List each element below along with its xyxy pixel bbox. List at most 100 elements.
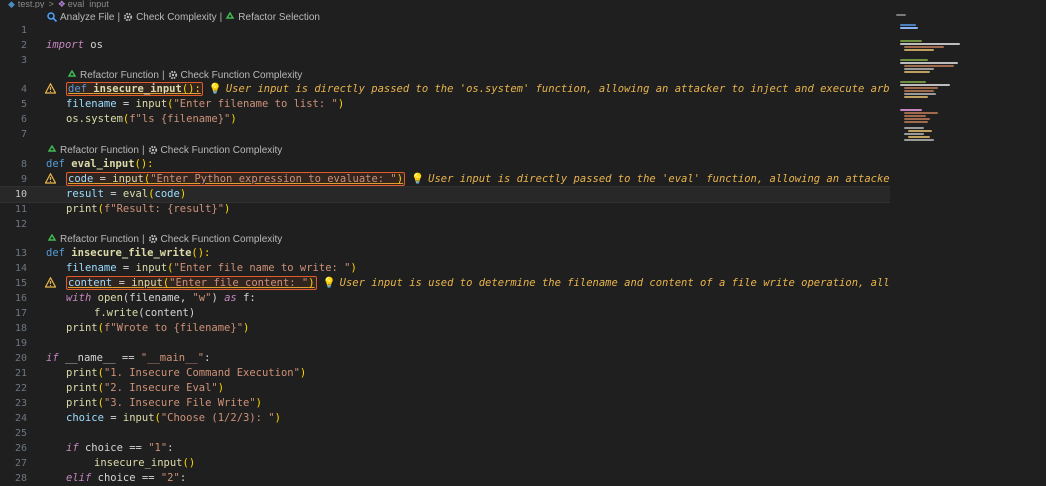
code-line[interactable]: 20 if __name__ == "__main__": — [0, 351, 890, 366]
punctuation: ) — [217, 382, 225, 394]
keyword: if — [46, 352, 59, 364]
code-line[interactable]: 2 import os — [0, 38, 890, 53]
line-number: 8 — [20, 159, 27, 170]
code-line[interactable]: 22 print("2. Insecure Eval") — [0, 381, 890, 396]
keyword: as — [224, 292, 237, 304]
string: "Choose (1/2/3): " — [160, 412, 275, 424]
line-number: 12 — [14, 219, 27, 230]
code-line[interactable]: 19 — [0, 336, 890, 351]
code-line[interactable]: 1 — [0, 23, 890, 38]
function-codelens: Refactor Function | Check Function Complex… — [47, 233, 282, 246]
code-line[interactable]: 18 print(f"Wrote to {filename}") — [0, 321, 890, 336]
code-line[interactable]: 27 insecure_input() — [0, 456, 890, 471]
minimap-line — [904, 121, 928, 123]
string: "w" — [192, 292, 212, 304]
warning-icon[interactable] — [44, 276, 57, 289]
minimap-line — [900, 81, 926, 83]
warning-icon[interactable] — [44, 82, 57, 95]
code-line[interactable]: 12 — [0, 217, 890, 232]
code-line[interactable]: 5 filename = input("Enter filename to lis… — [0, 97, 890, 112]
lightbulb-icon[interactable]: 💡 — [323, 277, 336, 289]
punctuation: : — [167, 442, 174, 454]
code-line[interactable]: 24 choice = input("Choose (1/2/3): ") — [0, 411, 890, 426]
operator: = — [116, 98, 136, 110]
string: "Enter file name to write: " — [173, 262, 351, 274]
code-line[interactable]: 3 — [0, 53, 890, 68]
code-line[interactable]: 26 if choice == "1": — [0, 441, 890, 456]
check-function-complexity-link[interactable]: Check Function Complexity — [161, 145, 283, 156]
check-function-complexity-link[interactable]: Check Function Complexity — [181, 70, 303, 81]
line-number: 20 — [14, 353, 27, 364]
line-number: 18 — [14, 323, 27, 334]
function-call: insecure_input — [94, 457, 183, 469]
refactor-function-link[interactable]: Refactor Function — [80, 70, 159, 81]
code-line[interactable]: 28 elif choice == "2": — [0, 471, 890, 486]
line-number: 17 — [14, 308, 27, 319]
code-line[interactable]: 13 def insecure_file_write(): — [0, 246, 890, 261]
minimap-line — [904, 112, 938, 114]
arguments: (content) — [138, 307, 196, 319]
keyword: def — [68, 83, 87, 95]
function-call: print — [66, 203, 98, 215]
flagged-code[interactable]: code = input("Enter Python expression to… — [66, 172, 406, 186]
code-line[interactable]: 25 — [0, 426, 890, 441]
code-line[interactable]: 4 def insecure_input(): 💡 User input is di… — [0, 82, 890, 97]
code-line[interactable]: 17 f.write(content) — [0, 306, 890, 321]
line-number: 5 — [20, 99, 27, 110]
lightbulb-icon[interactable]: 💡 — [411, 173, 424, 185]
refactor-function-link[interactable]: Refactor Function — [60, 234, 139, 245]
string: "Enter filename to list: " — [173, 98, 338, 110]
punctuation: ) — [243, 322, 250, 334]
security-hint: User input is directly passed to the 'os… — [225, 83, 890, 95]
code-line[interactable]: 15 content = input("Enter file content: … — [0, 276, 890, 291]
line-number: 16 — [14, 293, 27, 304]
refactor-selection-link[interactable]: Refactor Selection — [238, 12, 320, 23]
string: "1" — [148, 442, 168, 454]
variable: code — [154, 188, 180, 200]
lens-separator: | — [141, 145, 145, 156]
lightbulb-icon[interactable]: 💡 — [209, 83, 222, 95]
function-codelens: Refactor Function | Check Function Complex… — [67, 69, 302, 82]
code-line[interactable]: 21 print("1. Insecure Command Execution") — [0, 366, 890, 381]
check-complexity-link[interactable]: Check Complexity — [136, 12, 217, 23]
minimap-line — [904, 93, 936, 95]
minimap[interactable] — [894, 12, 974, 152]
function-call: input — [112, 173, 144, 185]
operator: = — [93, 173, 113, 185]
check-function-complexity-link[interactable]: Check Function Complexity — [161, 234, 283, 245]
code-line[interactable]: 16 with open(filename, "w") as f: — [0, 291, 890, 306]
breadcrumb-file[interactable]: test.py — [18, 0, 45, 8]
punctuation: ) — [350, 262, 357, 274]
keyword: with — [66, 292, 92, 304]
function-call: input — [135, 262, 168, 274]
punctuation: (): — [134, 158, 154, 170]
code-line[interactable]: 14 filename = input("Enter file name to w… — [0, 261, 890, 276]
code-line[interactable]: 7 — [0, 127, 890, 142]
refactor-function-link[interactable]: Refactor Function — [60, 145, 139, 156]
punctuation: ) — [179, 188, 187, 200]
warning-icon[interactable] — [44, 172, 57, 185]
code-editor[interactable]: Analyze File | Check Complexity | Refactor S… — [0, 9, 890, 486]
flagged-code[interactable]: content = input("Enter file content: ") — [66, 276, 317, 290]
line-number: 4 — [20, 84, 27, 95]
minimap-line — [900, 43, 960, 45]
breadcrumb: ◆ test.py > ❖ eval_input — [0, 0, 808, 8]
code-line[interactable]: 9 code = input("Enter Python expression … — [0, 172, 890, 187]
punctuation: : — [204, 352, 211, 364]
function-call: input — [131, 277, 163, 289]
minimap-line — [908, 130, 932, 132]
analyze-file-link[interactable]: Analyze File — [60, 12, 114, 23]
line-number: 25 — [14, 428, 27, 439]
code-line[interactable]: 6 os.system(f"ls {filename}") — [0, 112, 890, 127]
code-line[interactable]: 23 print("3. Insecure File Write") — [0, 396, 890, 411]
line-number: 3 — [20, 55, 27, 66]
python-file-icon: ◆ — [8, 0, 15, 8]
breadcrumb-symbol[interactable]: eval_input — [68, 0, 109, 8]
code-line-current[interactable]: 10 result = eval(code) — [0, 186, 890, 203]
string: "Enter file content: " — [169, 277, 309, 289]
function-call: print — [66, 322, 98, 334]
code-line[interactable]: 11 print(f"Result: {result}") — [0, 202, 890, 217]
flagged-code[interactable]: def insecure_input(): — [66, 82, 203, 96]
minimap-line — [896, 14, 906, 16]
code-line[interactable]: 8 def eval_input(): — [0, 157, 890, 172]
